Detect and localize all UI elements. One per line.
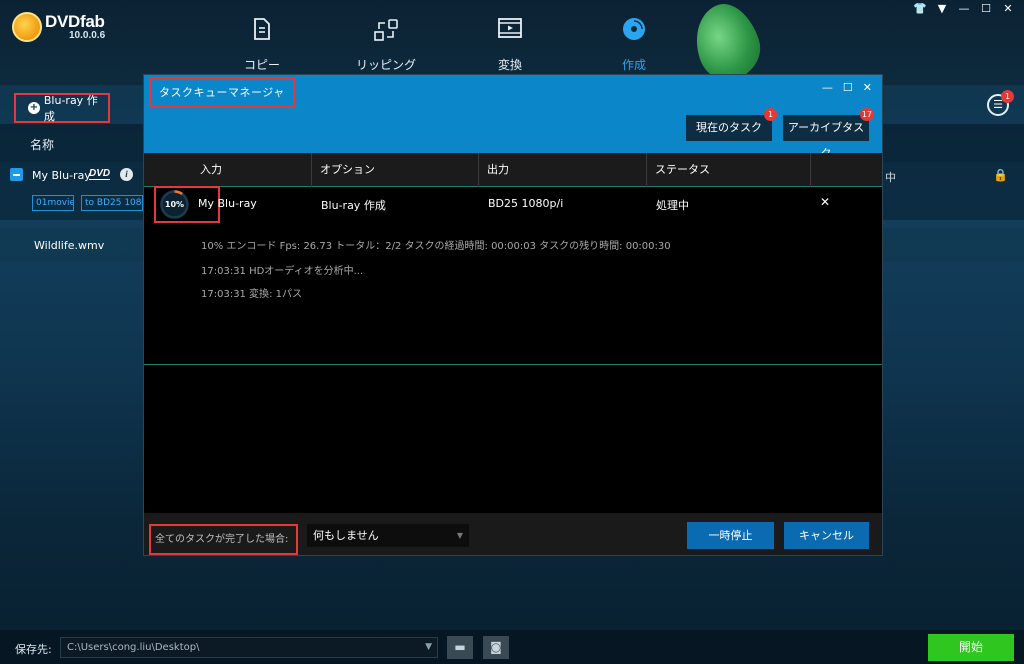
progress-percent: 10%	[164, 200, 185, 209]
save-path-field[interactable]: C:\Users\cong.liu\Desktop\ ▼	[60, 637, 438, 658]
when-done-select[interactable]: 何もしません ▼	[307, 524, 469, 547]
bottom-bar: 保存先: C:\Users\cong.liu\Desktop\ ▼ ▬ ◙ 開始	[0, 630, 1024, 664]
dialog-footer: 全てのタスクが完了した場合: 何もしません ▼ 一時停止 キャンセル	[144, 513, 882, 555]
nav-convert[interactable]: 変換	[448, 0, 572, 85]
task-status: 処理中	[656, 199, 689, 212]
tab-archived-tasks[interactable]: アーカイブタスク 17	[783, 108, 874, 160]
skin-icon[interactable]: 👕	[912, 2, 928, 16]
copy-document-icon	[254, 18, 270, 40]
main-nav: コピー リッピング 変換 作成	[200, 0, 696, 85]
window-controls: 👕 ▼ — ☐ ✕	[912, 2, 1016, 16]
blu-ray-create-label: Blu-ray 作成	[43, 94, 98, 123]
task-remove-icon[interactable]: ✕	[820, 195, 830, 209]
task-table-header: 入力 オプション 出力 ステータス	[144, 153, 882, 187]
logo-mark-icon	[12, 12, 42, 42]
maximize-icon[interactable]: ☐	[978, 2, 994, 16]
log-line: 17:03:31 変換: 1パス	[201, 289, 303, 300]
save-to-label: 保存先:	[15, 643, 52, 656]
disc-image-icon: ◙	[490, 640, 502, 654]
tab-current-tasks[interactable]: 現在のタスク 1	[686, 108, 777, 141]
task-queue-dialog: タスクキューマネージャ — ☐ ✕ 現在のタスク 1 アーカイブタスク 17 入…	[143, 74, 883, 556]
dialog-title: タスクキューマネージャ	[149, 77, 295, 108]
nav-convert-label: 変換	[497, 58, 522, 72]
iso-button[interactable]: ◙	[483, 636, 509, 659]
disc-icon	[623, 18, 645, 40]
chevron-down-icon: ▼	[456, 531, 463, 540]
nav-copy[interactable]: コピー	[200, 0, 324, 85]
close-icon[interactable]: ✕	[1000, 2, 1016, 16]
app-logo: DVDfab 10.0.0.6	[12, 12, 105, 42]
title-tag[interactable]: 01movie	[32, 195, 74, 211]
chevron-down-icon[interactable]: ▼	[425, 638, 432, 657]
dialog-close-icon[interactable]: ✕	[863, 81, 872, 94]
plus-circle-icon: +	[28, 102, 40, 114]
task-row[interactable]: 10% My Blu-ray Blu-ray 作成 BD25 1080p/i 処…	[144, 186, 882, 365]
minimize-icon[interactable]: —	[956, 2, 972, 16]
task-queue-button[interactable]: ☰ 1	[987, 90, 1014, 116]
task-output: BD25 1080p/i	[488, 197, 564, 210]
archived-tasks-badge: 17	[859, 108, 874, 121]
log-line: 17:03:31 HDオーディオを分析中...	[201, 266, 364, 277]
dvd-logo-icon: DVD	[89, 168, 111, 180]
column-option: オプション	[312, 153, 479, 187]
dialog-maximize-icon[interactable]: ☐	[843, 81, 853, 94]
lock-icon[interactable]: 🔒	[993, 168, 1008, 182]
dialog-window-controls: — ☐ ✕	[822, 81, 872, 94]
info-icon[interactable]: i	[120, 168, 133, 181]
start-button[interactable]: 開始	[928, 634, 1014, 661]
when-done-label: 全てのタスクが完了した場合:	[149, 524, 298, 555]
folder-icon: ▬	[454, 640, 466, 654]
tab-current-tasks-label: 現在のタスク	[696, 121, 762, 134]
item-checkbox[interactable]	[10, 168, 23, 181]
menu-dropdown-icon[interactable]: ▼	[934, 2, 950, 16]
item-title: My Blu-ray	[32, 169, 91, 182]
pause-button[interactable]: 一時停止	[687, 522, 774, 549]
profile-tag[interactable]: to BD25 1080	[81, 195, 143, 211]
item-status: 中	[885, 171, 896, 184]
column-output: 出力	[479, 153, 647, 187]
dialog-minimize-icon[interactable]: —	[822, 81, 833, 94]
task-input: My Blu-ray	[198, 197, 257, 210]
nav-create[interactable]: 作成	[572, 0, 696, 85]
nav-create-label: 作成	[621, 58, 646, 72]
app-version: 10.0.0.6	[69, 30, 106, 41]
app-name: DVDfab	[45, 12, 105, 31]
blu-ray-create-button[interactable]: + Blu-ray 作成	[14, 93, 110, 123]
column-status: ステータス	[647, 153, 811, 187]
log-line: 10% エンコード Fps: 26.73 トータル：2/2 タスクの経過時間: …	[201, 241, 671, 252]
task-queue-badge: 1	[1001, 90, 1014, 103]
nav-copy-label: コピー	[243, 58, 280, 72]
task-option: Blu-ray 作成	[321, 199, 386, 212]
nav-ripping-label: リッピング	[355, 58, 416, 72]
top-bar: DVDfab 10.0.0.6 コピー リッピング 変換 作成 👕 ▼ — ☐ …	[0, 0, 1024, 88]
rip-arrows-icon	[374, 19, 398, 41]
film-icon	[498, 18, 522, 38]
save-path-value: C:\Users\cong.liu\Desktop\	[67, 642, 200, 653]
cancel-button[interactable]: キャンセル	[784, 522, 869, 549]
item-title: Wildlife.wmv	[34, 239, 105, 252]
column-input: 入力	[192, 153, 312, 187]
column-name: 名称	[30, 138, 55, 152]
dialog-title-bar: タスクキューマネージャ — ☐ ✕ 現在のタスク 1 アーカイブタスク 17	[144, 75, 882, 160]
when-done-value: 何もしません	[313, 529, 379, 542]
folder-button[interactable]: ▬	[447, 636, 473, 659]
nav-ripping[interactable]: リッピング	[324, 0, 448, 85]
current-tasks-badge: 1	[764, 108, 777, 121]
